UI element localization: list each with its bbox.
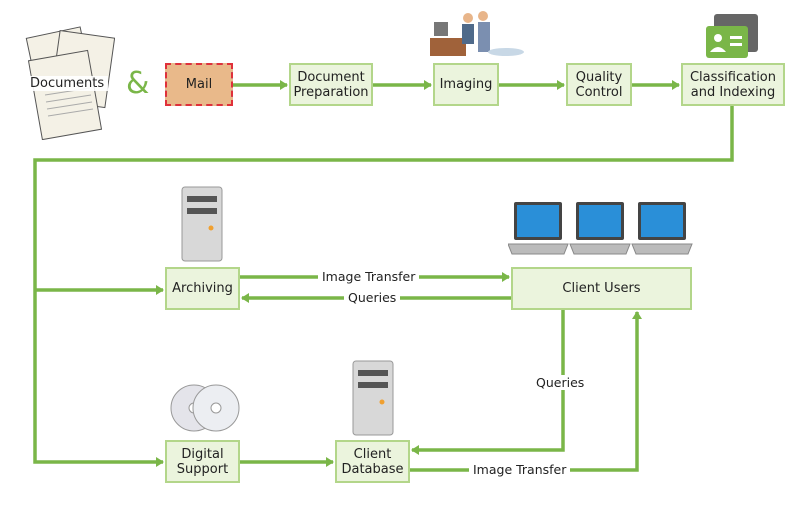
image-transfer-label: Image Transfer [469,462,571,477]
image-transfer-label: Image Transfer [318,269,420,284]
client-database-label: Client Database [341,446,404,477]
ampersand: & [126,66,150,101]
arrow-image-transfer-2 [410,311,642,472]
digital-support-box: Digital Support [165,440,240,483]
queries-label: Queries [532,375,589,390]
archiving-label: Archiving [172,281,233,296]
quality-control-box: Quality Control [566,63,632,106]
client-users-label: Client Users [562,281,641,296]
digital-support-label: Digital Support [176,446,229,477]
queries-label: Queries [344,290,401,305]
laptop-icon [508,201,693,255]
server-icon [352,360,394,436]
cd-disc-icon [170,384,240,432]
id-card-folder-icon [706,14,758,58]
document-preparation-box: Document Preparation [289,63,373,106]
mail-box: Mail [165,63,233,106]
documents-label: Documents [26,76,109,91]
classification-label: Classification and Indexing [689,69,777,100]
imaging-label: Imaging [439,77,493,92]
people-at-computer-icon [430,11,524,56]
document-workflow-diagram: Documents & Mail Document Preparation Ima… [0,0,795,505]
mail-label: Mail [185,77,213,92]
server-icon [181,186,223,262]
client-users-box: Client Users [511,267,692,310]
classification-box: Classification and Indexing [681,63,785,106]
imaging-box: Imaging [433,63,499,106]
document-preparation-label: Document Preparation [293,69,369,100]
client-database-box: Client Database [335,440,410,483]
quality-control-label: Quality Control [575,69,623,100]
archiving-box: Archiving [165,267,240,310]
